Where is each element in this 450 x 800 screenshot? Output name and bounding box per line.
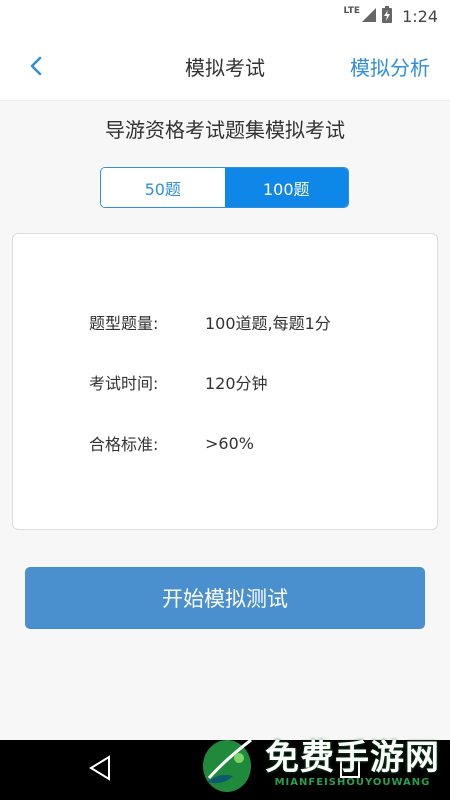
info-label: 题型题量: <box>89 314 159 333</box>
info-value: 100道题,每题1分 <box>205 314 331 333</box>
exam-title: 导游资格考试题集模拟考试 <box>105 118 345 142</box>
signal-icon <box>362 7 377 26</box>
info-row-question-type: 题型题量: 100道题,每题1分 <box>89 310 331 334</box>
mock-analysis-link[interactable]: 模拟分析 <box>350 52 430 81</box>
app-header: 模拟考试 模拟分析 <box>0 32 450 101</box>
nav-back-button[interactable] <box>88 755 112 785</box>
tab-100-questions[interactable]: 100题 <box>224 168 348 207</box>
site-watermark: 免费手游网 MIANFEISHOUYOUWANG <box>199 732 440 796</box>
network-type: LTE <box>343 6 361 16</box>
start-mock-test-button[interactable]: 开始模拟测试 <box>25 567 425 629</box>
question-count-selector: 50题 100题 <box>100 167 349 208</box>
back-triangle-icon <box>89 755 110 781</box>
info-row-exam-time: 考试时间: 120分钟 <box>89 370 268 394</box>
tab-50-questions[interactable]: 50题 <box>101 168 225 207</box>
info-row-pass-standard: 合格标准: >60% <box>89 431 254 455</box>
watermark-title: 免费手游网 <box>265 738 440 778</box>
watermark-subtitle: MIANFEISHOUYOUWANG <box>274 777 431 788</box>
status-bar: LTE 1:24 <box>0 0 450 32</box>
info-label: 考试时间: <box>89 374 159 393</box>
leaf-logo-icon <box>203 738 252 792</box>
clock: 1:24 <box>402 6 438 26</box>
battery-icon <box>382 5 393 27</box>
info-label: 合格标准: <box>89 435 159 454</box>
info-value: 120分钟 <box>205 374 268 393</box>
info-value: >60% <box>205 433 254 453</box>
exam-info-card: 题型题量: 100道题,每题1分 考试时间: 120分钟 合格标准: >60% <box>12 233 438 530</box>
